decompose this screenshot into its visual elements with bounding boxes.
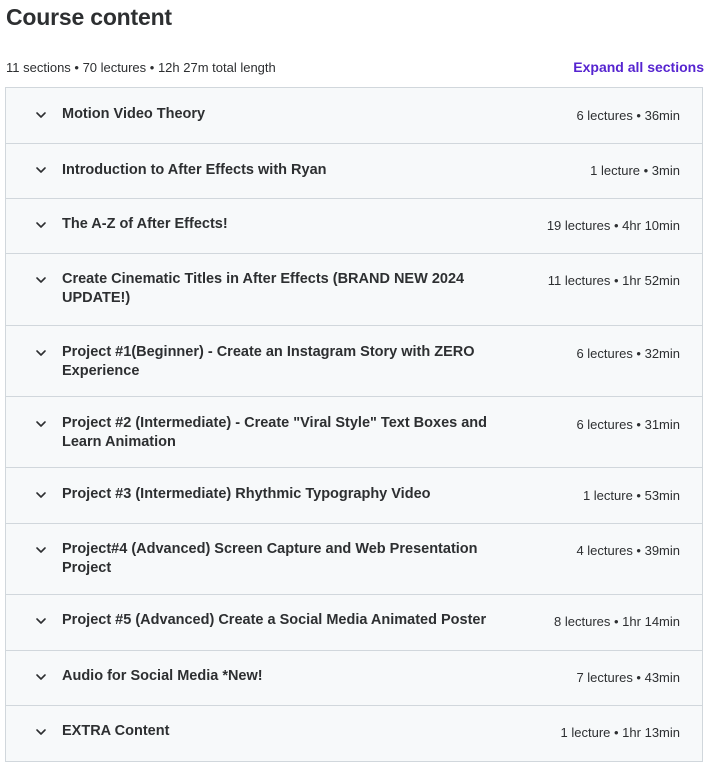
chevron-down-icon[interactable]: [34, 417, 48, 431]
chevron-down-icon[interactable]: [34, 273, 48, 287]
page-title: Course content: [6, 4, 172, 30]
section-row[interactable]: The A-Z of After Effects! 19 lectures • …: [6, 199, 702, 254]
section-title: Motion Video Theory: [62, 106, 206, 122]
section-row[interactable]: Project #1(Beginner) - Create an Instagr…: [6, 326, 702, 397]
chevron-down-icon[interactable]: [34, 543, 48, 557]
section-meta: 19 lectures • 4hr 10min: [546, 218, 680, 233]
section-meta: 1 lecture • 1hr 13min: [560, 725, 680, 740]
section-title: Introduction to After Effects with Ryan: [62, 162, 327, 178]
section-meta: 8 lectures • 1hr 14min: [554, 614, 680, 629]
section-meta: 1 lecture • 3min: [590, 163, 680, 178]
section-row[interactable]: Create Cinematic Titles in After Effects…: [6, 254, 702, 326]
section-title: Project #5 (Advanced) Create a Social Me…: [62, 612, 487, 628]
chevron-down-icon[interactable]: [34, 218, 48, 232]
section-row[interactable]: Project#4 (Advanced) Screen Capture and …: [6, 524, 702, 595]
chevron-down-icon[interactable]: [34, 725, 48, 739]
section-row[interactable]: Motion Video Theory 6 lectures • 36min: [6, 88, 702, 144]
section-title: Project #2 (Intermediate) - Create "Vira…: [62, 415, 488, 450]
section-title: Project#4 (Advanced) Screen Capture and …: [62, 541, 478, 576]
expand-all-sections-button[interactable]: Expand all sections: [573, 59, 704, 75]
section-title: EXTRA Content: [62, 723, 170, 739]
chevron-down-icon[interactable]: [34, 163, 48, 177]
section-meta: 7 lectures • 43min: [576, 670, 680, 685]
section-title: Project #3 (Intermediate) Rhythmic Typog…: [62, 486, 431, 502]
section-row[interactable]: EXTRA Content 1 lecture • 1hr 13min: [6, 706, 702, 762]
course-content-page: Course content 11 sections • 70 lectures…: [0, 0, 705, 762]
section-row[interactable]: Audio for Social Media *New! 7 lectures …: [6, 651, 702, 706]
sections-accordion: Motion Video Theory 6 lectures • 36min I…: [5, 87, 703, 762]
section-row[interactable]: Project #2 (Intermediate) - Create "Vira…: [6, 397, 702, 468]
section-title: Audio for Social Media *New!: [62, 668, 263, 684]
chevron-down-icon[interactable]: [34, 346, 48, 360]
section-meta: 11 lectures • 1hr 52min: [547, 273, 680, 288]
section-title: Project #1(Beginner) - Create an Instagr…: [62, 344, 475, 379]
section-meta: 6 lectures • 36min: [576, 108, 680, 123]
chevron-down-icon[interactable]: [34, 670, 48, 684]
section-meta: 6 lectures • 32min: [576, 346, 680, 361]
course-summary: 11 sections • 70 lectures • 12h 27m tota…: [6, 60, 276, 75]
section-meta: 1 lecture • 53min: [582, 488, 680, 503]
section-meta: 6 lectures • 31min: [576, 417, 680, 432]
section-row[interactable]: Project #3 (Intermediate) Rhythmic Typog…: [6, 468, 702, 524]
chevron-down-icon[interactable]: [34, 108, 48, 122]
section-meta: 4 lectures • 39min: [576, 543, 680, 558]
section-row[interactable]: Introduction to After Effects with Ryan …: [6, 144, 702, 199]
section-title: The A-Z of After Effects!: [62, 216, 228, 232]
chevron-down-icon[interactable]: [34, 488, 48, 502]
section-row[interactable]: Project #5 (Advanced) Create a Social Me…: [6, 595, 702, 651]
chevron-down-icon[interactable]: [34, 614, 48, 628]
section-title: Create Cinematic Titles in After Effects…: [62, 271, 465, 306]
